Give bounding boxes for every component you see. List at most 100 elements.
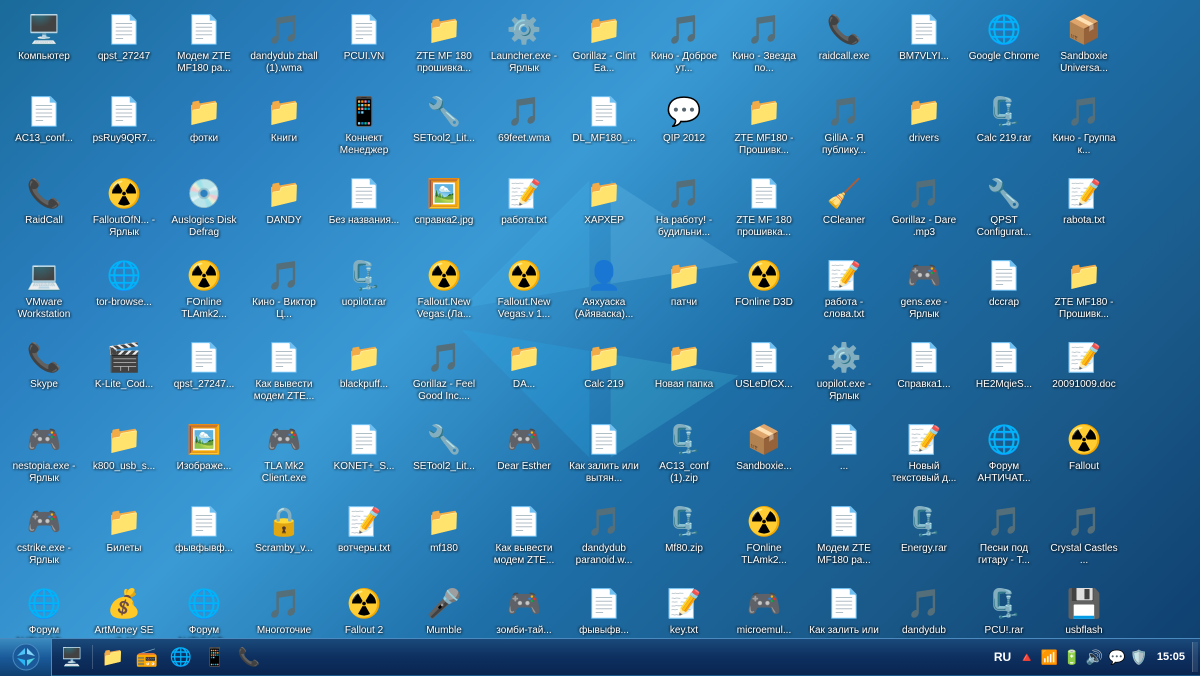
desktop-icon-2[interactable]: 📄Модем ZTE MF180 ра... xyxy=(165,5,243,85)
desktop-icon-4[interactable]: 📄PCUI.VN xyxy=(325,5,403,85)
desktop-icon-39[interactable]: 🎵Gorillaz - Dare .mp3 xyxy=(885,169,963,249)
desktop-icon-38[interactable]: 🧹CCleaner xyxy=(805,169,883,249)
desktop-icon-75[interactable]: 🔧SETool2_Lit... xyxy=(405,415,483,495)
tray-battery[interactable]: 🔋 xyxy=(1061,647,1082,668)
desktop-icon-96[interactable]: 🎵Песни под гитару - Т... xyxy=(965,497,1043,577)
desktop-icon-42[interactable]: 💻VMware Workstation xyxy=(5,251,83,331)
desktop-icon-70[interactable]: 🎮nestopia.exe - Ярлык xyxy=(5,415,83,495)
tray-volume[interactable]: 🔊 xyxy=(1084,647,1105,668)
desktop-icon-105[interactable]: 📄фывыфв... xyxy=(565,579,643,638)
desktop-icon-35[interactable]: 📁ХАРХЕР xyxy=(565,169,643,249)
desktop-icon-80[interactable]: 📄... xyxy=(805,415,883,495)
desktop-icon-30[interactable]: 💿Auslogics Disk Defrag xyxy=(165,169,243,249)
desktop-icon-104[interactable]: 🎮зомби-тай... xyxy=(485,579,563,638)
desktop-icon-55[interactable]: 📁ZTE MF180 - Прошивк... xyxy=(1045,251,1123,331)
desktop-icon-41[interactable]: 📝rabota.txt xyxy=(1045,169,1123,249)
desktop-icon-94[interactable]: 📄Модем ZTE MF180 ра... xyxy=(805,497,883,577)
desktop-icon-47[interactable]: ☢️Fallout.New Vegas.(Ла... xyxy=(405,251,483,331)
desktop-icon-20[interactable]: 🎵69feet.wma xyxy=(485,87,563,167)
desktop-icon-74[interactable]: 📄KONET+_S... xyxy=(325,415,403,495)
desktop-icon-21[interactable]: 📄DL_MF180_... xyxy=(565,87,643,167)
desktop-icon-43[interactable]: 🌐tor-browse... xyxy=(85,251,163,331)
desktop-icon-14[interactable]: 📄AC13_conf... xyxy=(5,87,83,167)
desktop-icon-81[interactable]: 📝Новый текстовый д... xyxy=(885,415,963,495)
desktop-icon-106[interactable]: 📝key.txt xyxy=(645,579,723,638)
desktop-icon-50[interactable]: 📁патчи xyxy=(645,251,723,331)
desktop-icon-85[interactable]: 📁Билеты xyxy=(85,497,163,577)
desktop-icon-59[interactable]: 📄Как вывести модем ZTE... xyxy=(245,333,323,413)
desktop-icon-25[interactable]: 📁drivers xyxy=(885,87,963,167)
desktop-icon-46[interactable]: 🗜️uopilot.rar xyxy=(325,251,403,331)
desktop-icon-1[interactable]: 📄qpst_27247 xyxy=(85,5,163,85)
language-indicator[interactable]: RU xyxy=(990,650,1015,664)
tray-shield[interactable]: 🛡️ xyxy=(1128,647,1149,668)
desktop-icon-93[interactable]: ☢️FOnline TLAmk2... xyxy=(725,497,803,577)
system-clock[interactable]: 15:05 xyxy=(1151,639,1191,675)
desktop-icon-92[interactable]: 🗜️Mf80.zip xyxy=(645,497,723,577)
desktop-icon-57[interactable]: 🎬K-Lite_Cod... xyxy=(85,333,163,413)
desktop-icon-103[interactable]: 🎤Mumble xyxy=(405,579,483,638)
desktop-icon-40[interactable]: 🔧QPST Configurat... xyxy=(965,169,1043,249)
desktop-icon-12[interactable]: 🌐Google Chrome xyxy=(965,5,1043,85)
desktop-icon-36[interactable]: 🎵На работу! - будильни... xyxy=(645,169,723,249)
desktop-icon-107[interactable]: 🎮microemul... xyxy=(725,579,803,638)
taskbar-skype[interactable]: 📞 xyxy=(233,642,265,672)
tray-chat[interactable]: 💬 xyxy=(1106,647,1127,668)
tray-network[interactable]: 🔺 xyxy=(1016,647,1037,668)
desktop-icon-102[interactable]: ☢️Fallout 2 xyxy=(325,579,403,638)
desktop-icon-53[interactable]: 🎮gens.exe - Ярлык xyxy=(885,251,963,331)
desktop-icon-23[interactable]: 📁ZTE MF180 - Прошивк... xyxy=(725,87,803,167)
desktop-icon-49[interactable]: 👤Аяхуаска (Айяваска)... xyxy=(565,251,643,331)
desktop-icon-72[interactable]: 🖼️Изображе... xyxy=(165,415,243,495)
desktop-icon-5[interactable]: 📁ZTE MF 180 прошивка... xyxy=(405,5,483,85)
taskbar-mobile[interactable]: 📱 xyxy=(199,642,231,672)
desktop-icon-48[interactable]: ☢️Fallout.New Vegas.v 1... xyxy=(485,251,563,331)
desktop-icon-86[interactable]: 📄фывфывф... xyxy=(165,497,243,577)
desktop-icon-65[interactable]: 📄USLeDfCX... xyxy=(725,333,803,413)
desktop-icon-79[interactable]: 📦Sandboxie... xyxy=(725,415,803,495)
desktop-icon-29[interactable]: ☢️FalloutOfN... - Ярлык xyxy=(85,169,163,249)
desktop-icon-9[interactable]: 🎵Кино - Звезда по... xyxy=(725,5,803,85)
tray-wifi[interactable]: 📶 xyxy=(1039,647,1060,668)
desktop-icon-37[interactable]: 📄ZTE MF 180 прошивка... xyxy=(725,169,803,249)
desktop-icon-62[interactable]: 📁DA... xyxy=(485,333,563,413)
desktop-icon-89[interactable]: 📁mf180 xyxy=(405,497,483,577)
desktop-icon-100[interactable]: 🌐Форум АНТИЧАТ... xyxy=(165,579,243,638)
desktop-icon-69[interactable]: 📝20091009.doc xyxy=(1045,333,1123,413)
desktop-icon-0[interactable]: 🖥️Компьютер xyxy=(5,5,83,85)
taskbar-show-desktop[interactable]: 🖥️ xyxy=(56,642,88,672)
desktop-icon-54[interactable]: 📄dccrap xyxy=(965,251,1043,331)
desktop-icon-16[interactable]: 📁фотки xyxy=(165,87,243,167)
desktop-icon-19[interactable]: 🔧SETool2_Lit... xyxy=(405,87,483,167)
desktop-icon-83[interactable]: ☢️Fallout xyxy=(1045,415,1123,495)
desktop-icon-24[interactable]: 🎵GilliA - Я публику... xyxy=(805,87,883,167)
desktop-icon-87[interactable]: 🔒Scramby_v... xyxy=(245,497,323,577)
desktop-icon-82[interactable]: 🌐Форум АНТИЧАТ... xyxy=(965,415,1043,495)
desktop-icon-15[interactable]: 📄psRuy9QR7... xyxy=(85,87,163,167)
desktop-icon-98[interactable]: 🌐Форум АНТИЧАТ ... xyxy=(5,579,83,638)
desktop-icon-66[interactable]: ⚙️uopilot.exe - Ярлык xyxy=(805,333,883,413)
desktop-icon-73[interactable]: 🎮TLA Mk2 Client.exe xyxy=(245,415,323,495)
desktop-icon-58[interactable]: 📄qpst_27247... xyxy=(165,333,243,413)
desktop-icon-95[interactable]: 🗜️Energy.rar xyxy=(885,497,963,577)
desktop-icon-90[interactable]: 📄Как вывести модем ZTE... xyxy=(485,497,563,577)
taskbar-folder[interactable]: 📁 xyxy=(97,642,129,672)
desktop-icon-110[interactable]: 🗜️PCU!.rar xyxy=(965,579,1043,638)
desktop-icon-6[interactable]: ⚙️Launcher.exe - Ярлык xyxy=(485,5,563,85)
desktop-icon-31[interactable]: 📁DANDY xyxy=(245,169,323,249)
desktop-icon-11[interactable]: 📄BM7VLYI... xyxy=(885,5,963,85)
desktop-icon-71[interactable]: 📁k800_usb_s... xyxy=(85,415,163,495)
desktop-icon-56[interactable]: 📞Skype xyxy=(5,333,83,413)
desktop-icon-60[interactable]: 📁blackpuff... xyxy=(325,333,403,413)
desktop-icon-10[interactable]: 📞raidcall.exe xyxy=(805,5,883,85)
desktop-icon-63[interactable]: 📁Calc 219 xyxy=(565,333,643,413)
desktop-icon-111[interactable]: 💾usbflash xyxy=(1045,579,1123,638)
desktop-icon-51[interactable]: ☢️FOnline D3D xyxy=(725,251,803,331)
desktop-icon-18[interactable]: 📱Коннект Менеджер xyxy=(325,87,403,167)
desktop-icon-101[interactable]: 🎵Многоточие xyxy=(245,579,323,638)
desktop-icon-45[interactable]: 🎵Кино - Виктор Ц... xyxy=(245,251,323,331)
desktop-icon-88[interactable]: 📝вотчеры.txt xyxy=(325,497,403,577)
desktop-icon-28[interactable]: 📞RaidCall xyxy=(5,169,83,249)
show-desktop-button[interactable] xyxy=(1192,642,1198,672)
desktop-icon-67[interactable]: 📄Справка1... xyxy=(885,333,963,413)
